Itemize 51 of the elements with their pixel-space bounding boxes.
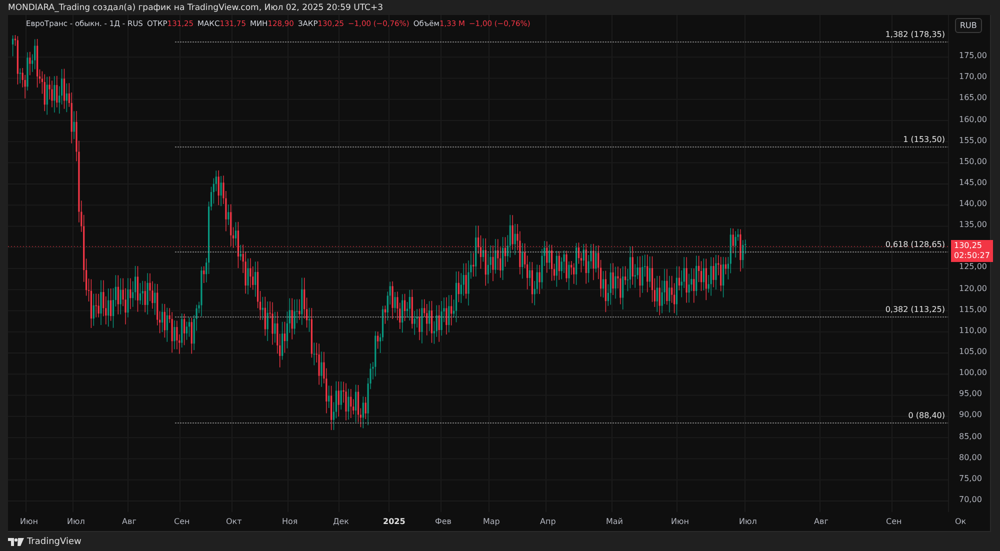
logo-icon[interactable]	[8, 538, 24, 546]
price-axis-label: 105,00	[959, 347, 987, 356]
time-axis-label: Мар	[483, 517, 500, 526]
chart-title: MONDIARA_Trading создал(а) график на TradingView.com, Июл 02, 2025 20:59 UTC+3	[8, 2, 384, 12]
price-axis-label: 165,00	[959, 93, 987, 102]
time-axis-label: Июл	[739, 517, 757, 526]
price-axis-label: 145,00	[959, 178, 987, 187]
time-axis-label: Сен	[886, 517, 902, 526]
fibonacci-level-label: 0,382 (113,25)	[885, 305, 945, 314]
last-price-tag: 130,25 02:50:27	[951, 240, 993, 262]
currency-button[interactable]: RUB	[955, 18, 982, 33]
price-axis-label: 150,00	[959, 156, 987, 166]
fibonacci-level-label: 1 (153,50)	[903, 135, 945, 144]
price-axis-label: 140,00	[959, 199, 987, 208]
price-axis-label: 170,00	[959, 72, 987, 82]
price-axis-label: 70,00	[959, 494, 982, 504]
price-axis-label: 100,00	[959, 368, 987, 378]
fibonacci-level-label: 1,382 (178,35)	[885, 30, 945, 39]
time-axis-label: Окт	[226, 517, 242, 526]
price-axis-label: 125,00	[959, 262, 987, 272]
fibonacci-level-line[interactable]	[174, 146, 948, 148]
time-axis-label: Май	[606, 517, 624, 526]
time-axis-label: Авг	[814, 517, 828, 526]
time-axis-label: Июл	[67, 517, 85, 526]
fibonacci-level-label: 0 (88,40)	[908, 411, 945, 420]
price-axis-label: 90,00	[959, 410, 982, 420]
price-axis-label: 95,00	[959, 389, 982, 398]
time-axis-label: Авг	[122, 517, 136, 526]
time-axis-label: Фев	[435, 517, 452, 526]
time-axis-label: Дек	[333, 517, 350, 526]
price-axis-label: 110,00	[959, 326, 987, 335]
price-axis-label: 160,00	[959, 114, 987, 124]
time-axis-label: Ок	[955, 517, 966, 526]
price-axis-label: 155,00	[959, 136, 987, 145]
time-axis-label: 2025	[383, 517, 406, 526]
price-axis-label: 75,00	[959, 474, 982, 483]
fibonacci-level-line[interactable]	[174, 316, 948, 318]
price-axis-label: 115,00	[959, 304, 987, 314]
price-axis-label: 80,00	[959, 452, 982, 462]
price-axis-label: 175,00	[959, 51, 987, 60]
time-axis-label: Июн	[20, 517, 38, 526]
time-axis-label: Июн	[671, 517, 689, 526]
time-axis-label: Ноя	[282, 517, 298, 526]
time-axis-label: Сен	[174, 517, 190, 526]
time-axis-label: Апр	[540, 517, 556, 526]
price-axis-label: 135,00	[959, 220, 987, 230]
price-axis-label: 120,00	[959, 284, 987, 293]
price-axis-label: 85,00	[959, 432, 982, 441]
fibonacci-level-label: 0,618 (128,65)	[885, 240, 945, 249]
fibonacci-level-line[interactable]	[174, 422, 948, 424]
brand-name[interactable]: TradingView	[27, 536, 82, 546]
